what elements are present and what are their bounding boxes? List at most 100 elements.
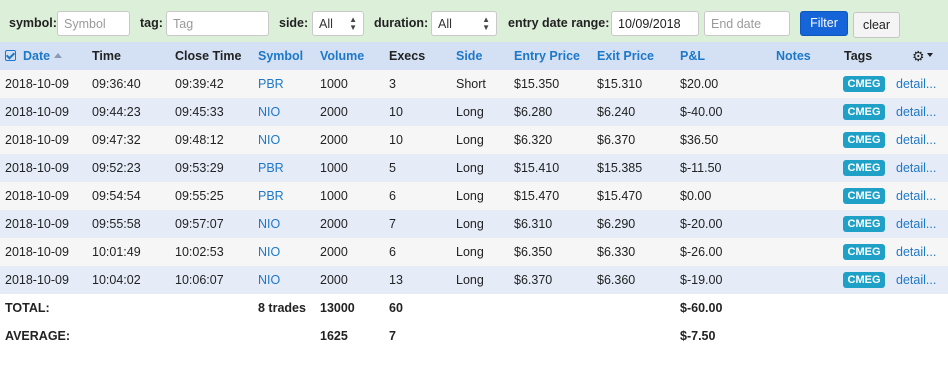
table-row: 2018-10-09 09:47:32 09:48:12 NIO 2000 10 Long $…: [0, 126, 948, 154]
table-row: 2018-10-09 09:52:23 09:53:29 PBR 1000 5 Long $1…: [0, 154, 948, 182]
cell-symbol[interactable]: PBR: [258, 161, 284, 175]
cell-volume: 1000: [320, 161, 348, 175]
cell-symbol[interactable]: PBR: [258, 77, 284, 91]
table-row: 2018-10-09 09:36:40 09:39:42 PBR 1000 3 Short $…: [0, 70, 948, 98]
table-row: 2018-10-09 10:04:02 10:06:07 NIO 2000 13 Long $…: [0, 266, 948, 294]
column-header-date[interactable]: Date: [23, 49, 63, 63]
cell-exit-price: $6.330: [597, 245, 636, 259]
duration-label: duration:: [374, 16, 429, 30]
duration-select-value: All: [438, 17, 452, 31]
cell-exit-price: $6.370: [597, 133, 636, 147]
cell-exit-price: $15.385: [597, 161, 643, 175]
detail-link[interactable]: detail...: [896, 105, 936, 119]
cell-close-time: 09:57:07: [175, 217, 224, 231]
column-header-execs: Execs: [389, 49, 426, 63]
cell-symbol[interactable]: NIO: [258, 133, 280, 147]
column-header-close-time: Close Time: [175, 49, 242, 63]
column-header-entry-price[interactable]: Entry Price: [514, 49, 580, 63]
cell-pnl: $-26.00: [680, 245, 723, 259]
select-arrows-icon: ▲ ▼: [349, 15, 357, 32]
cell-date: 2018-10-09: [5, 77, 69, 91]
average-label: AVERAGE:: [5, 329, 71, 343]
cell-side: Long: [456, 189, 484, 203]
cell-time: 10:04:02: [92, 273, 141, 287]
tag-badge[interactable]: CMEG: [843, 104, 885, 120]
table-row: 2018-10-09 09:55:58 09:57:07 NIO 2000 7 Long $6…: [0, 210, 948, 238]
cell-symbol[interactable]: NIO: [258, 217, 280, 231]
side-select[interactable]: All ▲ ▼: [312, 11, 364, 36]
cell-date: 2018-10-09: [5, 273, 69, 287]
cell-entry-price: $6.280: [514, 105, 553, 119]
total-row: TOTAL: 8 trades 13000 60 $-60.00: [0, 294, 948, 322]
cell-execs: 6: [389, 245, 396, 259]
entry-date-range-label: entry date range:: [508, 16, 610, 30]
detail-link[interactable]: detail...: [896, 273, 936, 287]
gear-icon[interactable]: ⚙: [912, 48, 925, 65]
cell-time: 09:36:40: [92, 77, 141, 91]
cell-pnl: $-11.50: [680, 161, 722, 175]
cell-close-time: 09:45:33: [175, 105, 224, 119]
cell-volume: 2000: [320, 105, 348, 119]
cell-symbol[interactable]: NIO: [258, 273, 280, 287]
detail-link[interactable]: detail...: [896, 245, 936, 259]
tag-input[interactable]: [166, 11, 269, 36]
checkbox-icon[interactable]: [5, 50, 16, 61]
cell-volume: 1000: [320, 189, 348, 203]
caret-down-icon[interactable]: [927, 53, 933, 57]
filter-button[interactable]: Filter: [800, 11, 848, 36]
cell-execs: 5: [389, 161, 396, 175]
column-header-time: Time: [92, 49, 121, 63]
cell-entry-price: $6.310: [514, 217, 553, 231]
cell-execs: 3: [389, 77, 396, 91]
duration-select[interactable]: All ▲ ▼: [431, 11, 497, 36]
tag-badge[interactable]: CMEG: [843, 132, 885, 148]
column-header-exit-price[interactable]: Exit Price: [597, 49, 654, 63]
tag-badge[interactable]: CMEG: [843, 272, 885, 288]
tag-badge[interactable]: CMEG: [843, 216, 885, 232]
table-row: 2018-10-09 09:54:54 09:55:25 PBR 1000 6 Long $1…: [0, 182, 948, 210]
cell-execs: 10: [389, 105, 403, 119]
column-header-symbol[interactable]: Symbol: [258, 49, 303, 63]
cell-entry-price: $6.350: [514, 245, 553, 259]
cell-volume: 2000: [320, 217, 348, 231]
cell-pnl: $-20.00: [680, 217, 723, 231]
detail-link[interactable]: detail...: [896, 217, 936, 231]
cell-time: 09:44:23: [92, 105, 141, 119]
tag-badge[interactable]: CMEG: [843, 76, 885, 92]
total-trades: 8 trades: [258, 301, 306, 315]
cell-symbol[interactable]: PBR: [258, 189, 284, 203]
cell-symbol[interactable]: NIO: [258, 245, 280, 259]
cell-time: 09:52:23: [92, 161, 141, 175]
sort-ascending-icon: [54, 53, 63, 58]
cell-exit-price: $6.290: [597, 217, 636, 231]
average-volume: 1625: [320, 329, 348, 343]
column-header-side[interactable]: Side: [456, 49, 482, 63]
detail-link[interactable]: detail...: [896, 77, 936, 91]
detail-link[interactable]: detail...: [896, 133, 936, 147]
start-date-input[interactable]: [611, 11, 699, 36]
column-header-notes[interactable]: Notes: [776, 49, 811, 63]
detail-link[interactable]: detail...: [896, 161, 936, 175]
tag-badge[interactable]: CMEG: [843, 244, 885, 260]
clear-button[interactable]: clear: [853, 12, 900, 38]
end-date-input[interactable]: [704, 11, 790, 36]
cell-execs: 7: [389, 217, 396, 231]
cell-entry-price: $15.350: [514, 77, 560, 91]
detail-link[interactable]: detail...: [896, 189, 936, 203]
cell-pnl: $36.50: [680, 133, 719, 147]
tag-badge[interactable]: CMEG: [843, 188, 885, 204]
cell-date: 2018-10-09: [5, 245, 69, 259]
cell-volume: 2000: [320, 133, 348, 147]
total-label: TOTAL:: [5, 301, 50, 315]
cell-side: Long: [456, 105, 484, 119]
total-volume: 13000: [320, 301, 355, 315]
tag-badge[interactable]: CMEG: [843, 160, 885, 176]
cell-date: 2018-10-09: [5, 133, 69, 147]
symbol-input[interactable]: [57, 11, 130, 36]
cell-date: 2018-10-09: [5, 189, 69, 203]
table-row: 2018-10-09 09:44:23 09:45:33 NIO 2000 10 Long $…: [0, 98, 948, 126]
table-row: 2018-10-09 10:01:49 10:02:53 NIO 2000 6 Long $6…: [0, 238, 948, 266]
cell-symbol[interactable]: NIO: [258, 105, 280, 119]
column-header-volume[interactable]: Volume: [320, 49, 364, 63]
column-header-pnl[interactable]: P&L: [680, 49, 705, 63]
